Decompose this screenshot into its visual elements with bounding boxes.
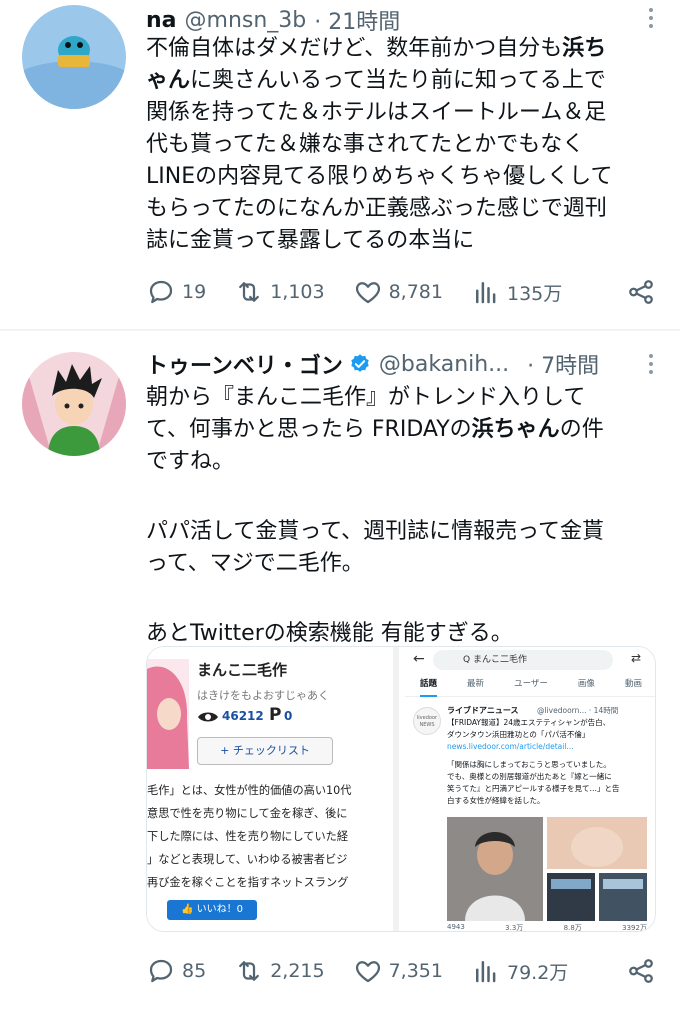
- search-bar[interactable]: Q まんこ二毛作: [433, 650, 613, 670]
- avatar[interactable]: [22, 352, 126, 456]
- reply-button[interactable]: 19: [146, 277, 206, 307]
- like-button[interactable]: 8,781: [353, 277, 443, 307]
- user-handle[interactable]: @bakanih...: [379, 352, 509, 377]
- retweet-button[interactable]: 2,215: [234, 956, 325, 986]
- news-account-name: ライブドアニュース: [447, 706, 519, 715]
- retweet-icon: [239, 282, 260, 302]
- tweet-1[interactable]: na @mnsn_3b · 21時間 不倫自体はダメだけど、数年前かつ自分も浜ち…: [0, 0, 680, 330]
- filter-icon[interactable]: ⇄: [631, 651, 641, 665]
- retweet-button[interactable]: 1,103: [234, 277, 325, 307]
- views-icon: [476, 961, 496, 983]
- search-result-screenshot[interactable]: ← Q まんこ二毛作 ⇄ 話題 最新 ユーザー 画像 動画 livedoor N…: [405, 647, 655, 932]
- share-icon: [629, 280, 653, 304]
- anime-girl-illustration: [147, 659, 189, 769]
- back-arrow-icon[interactable]: ←: [413, 651, 425, 667]
- share-button[interactable]: [626, 956, 656, 991]
- term-title: まんこ二毛作: [197, 661, 288, 679]
- search-tabs: 話題 最新 ユーザー 画像 動画: [405, 677, 655, 697]
- like-button[interactable]: 7,351: [353, 956, 443, 986]
- tweet-text: 朝から『まんこ二毛作』がトレンド入りして て、何事かと思ったら FRIDAYの浜…: [146, 385, 605, 646]
- like-pill-button[interactable]: 👍 いいね！0: [167, 900, 257, 920]
- like-count: 8,781: [388, 281, 443, 303]
- reply-count: 85: [182, 960, 207, 982]
- reply-icon: [149, 959, 173, 983]
- views-icon: [476, 282, 496, 304]
- display-name[interactable]: na: [146, 8, 177, 33]
- p-icon: P: [269, 705, 282, 725]
- tab-latest[interactable]: 最新: [467, 677, 484, 696]
- share-icon: [629, 959, 653, 983]
- action-bar: 85 2,215 7,351 79.2万: [146, 953, 656, 989]
- heart-icon: [355, 282, 380, 304]
- like-count: 7,351: [388, 960, 443, 982]
- timestamp[interactable]: · 7時間: [527, 348, 599, 380]
- news-photos: [447, 817, 647, 921]
- view-counter: 46212: [222, 709, 264, 723]
- action-bar: 19 1,103 8,781 135万: [146, 274, 656, 310]
- media-attachment[interactable]: まんこ二毛作 はきけをもよおすじゃあく 46212 P 0 + チェックリスト …: [146, 646, 656, 932]
- tab-users[interactable]: ユーザー: [514, 677, 548, 696]
- retweet-count: 1,103: [270, 281, 325, 303]
- news-stats: 4943 3.3万 8.8万 3392万: [447, 923, 647, 932]
- verified-badge-icon: [351, 354, 369, 372]
- dictionary-screenshot[interactable]: まんこ二毛作 はきけをもよおすじゃあく 46212 P 0 + チェックリスト …: [147, 647, 399, 931]
- term-reading: はきけをもよおすじゃあく: [197, 689, 329, 702]
- p-counter: 0: [284, 709, 293, 723]
- reply-count: 19: [182, 281, 207, 303]
- view-count: 79.2万: [507, 961, 569, 984]
- news-logo: livedoor NEWS: [413, 707, 441, 735]
- reply-button[interactable]: 85: [146, 956, 206, 986]
- thumbs-up-icon: 👍: [180, 904, 197, 915]
- heart-icon: [355, 961, 380, 983]
- share-button[interactable]: [626, 277, 656, 312]
- view-count: 135万: [507, 282, 563, 305]
- timestamp[interactable]: · 21時間: [314, 4, 400, 36]
- views-button[interactable]: 79.2万: [471, 956, 568, 986]
- retweet-icon: [239, 961, 260, 981]
- news-text: 【FRIDAY報道】24歳エステティシャンが告白、 ダウンタウン浜田雅功との「パ…: [447, 718, 620, 805]
- tab-top[interactable]: 話題: [420, 677, 438, 697]
- definition-text: 毛作」とは、女性が性的価値の高い10代 意思で性を売り物にして金を稼ぎ、後に 下…: [147, 784, 352, 889]
- retweet-count: 2,215: [270, 960, 325, 982]
- tweet-divider: [0, 329, 680, 331]
- more-options-icon[interactable]: [644, 4, 658, 34]
- views-button[interactable]: 135万: [471, 277, 562, 307]
- avatar[interactable]: [22, 5, 126, 109]
- tweet-text: 不倫自体はダメだけど、数年前かつ自分も浜ち ゃんに奥さんいるって当たり前に知って…: [146, 36, 613, 253]
- news-account-handle: @livedoorn... · 14時間: [537, 706, 619, 715]
- tab-videos[interactable]: 動画: [625, 677, 642, 696]
- more-options-icon[interactable]: [644, 350, 658, 380]
- tweet-2[interactable]: トゥーンベリ・ゴン @bakanih... · 7時間 朝から『まんこ二毛作』が…: [0, 332, 680, 1009]
- eye-icon: [198, 712, 218, 722]
- user-handle[interactable]: @mnsn_3b: [185, 8, 307, 33]
- checklist-button[interactable]: + チェックリスト: [197, 737, 333, 765]
- tab-images[interactable]: 画像: [578, 677, 595, 696]
- reply-icon: [149, 280, 173, 304]
- display-name[interactable]: トゥーンベリ・ゴン: [146, 348, 343, 380]
